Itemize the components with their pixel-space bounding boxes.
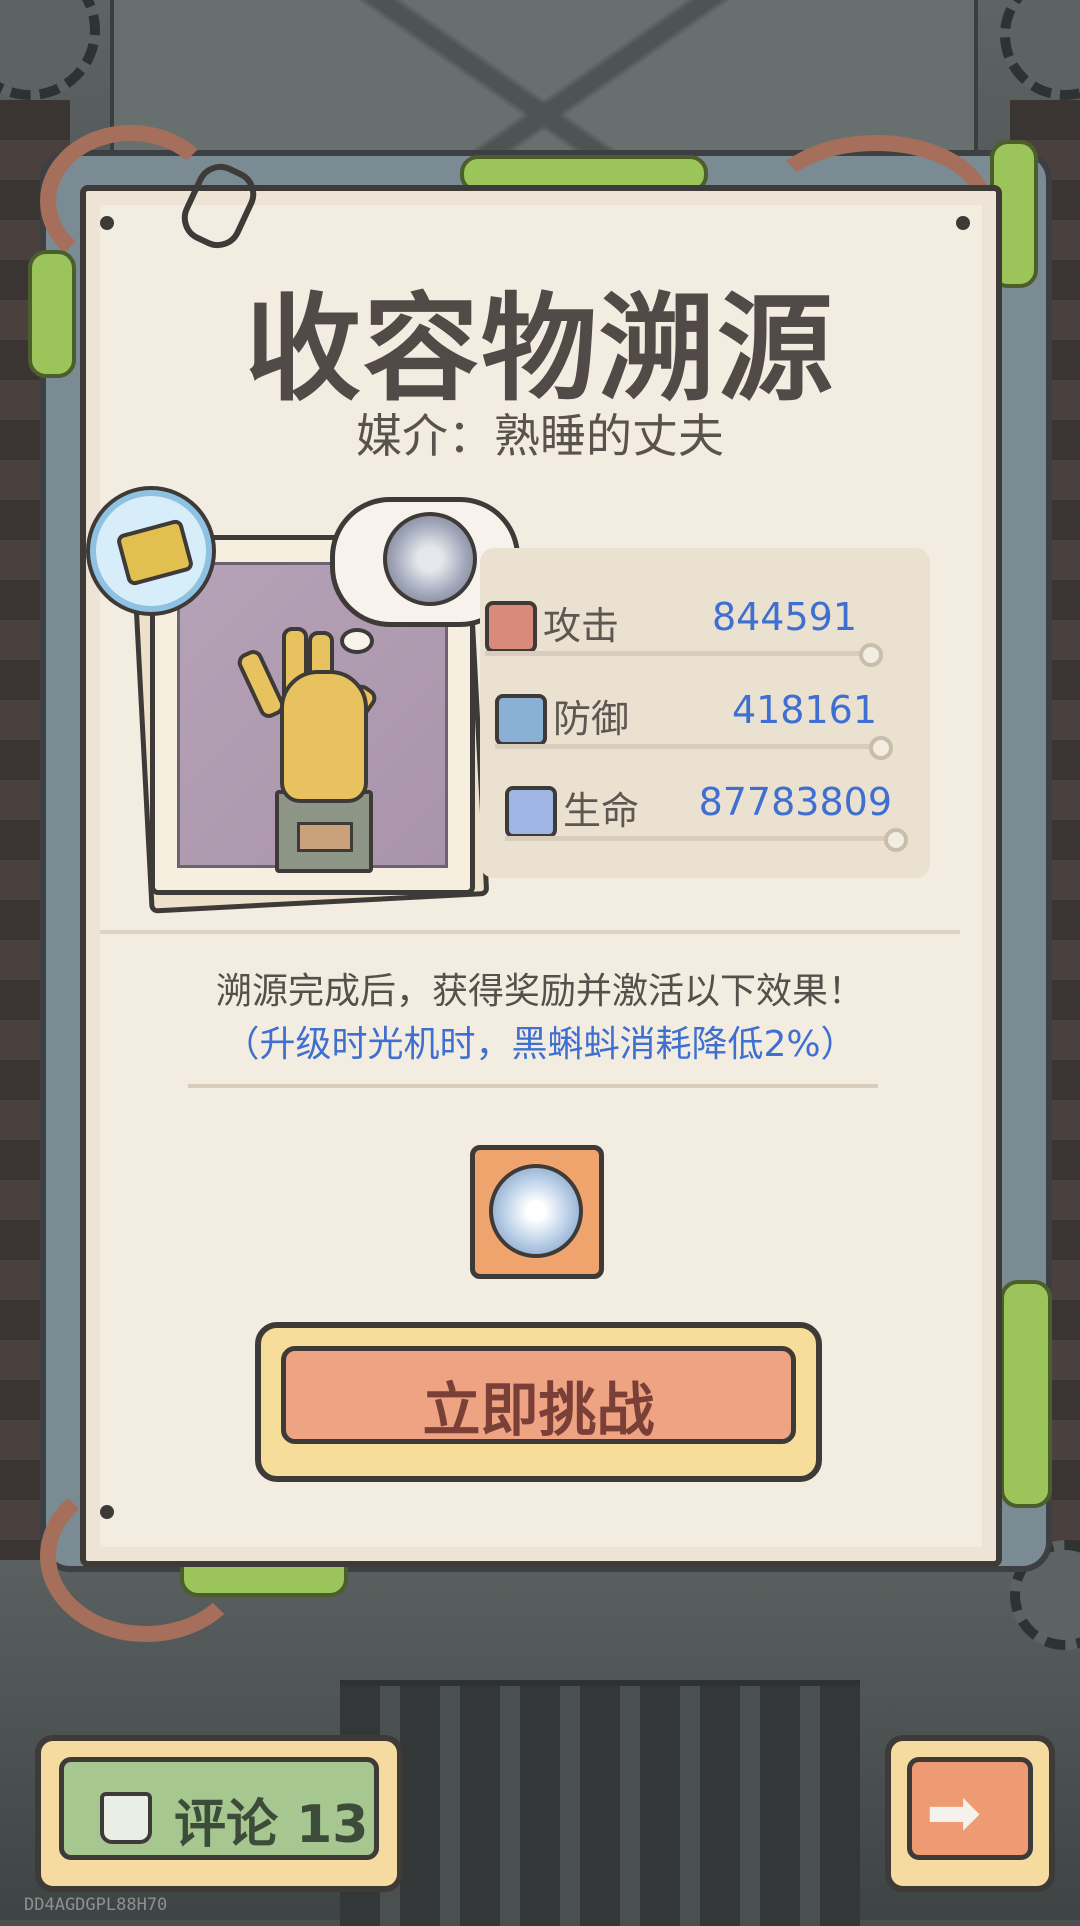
stat-row-attack: 攻击 844591 [485, 595, 883, 667]
comment-button-face: 评论 13 [59, 1757, 379, 1860]
stat-knob [869, 736, 893, 760]
stat-row-defense: 防御 418161 [495, 688, 893, 760]
page-title: 收容物溯源 [245, 282, 835, 417]
golden-hand-statue [280, 670, 368, 803]
stat-value: 418161 [731, 688, 877, 732]
pedestal-plaque [297, 822, 353, 852]
challenge-button-face: 立即挑战 [281, 1346, 796, 1444]
time-orb-icon [489, 1164, 583, 1258]
stat-knob [884, 828, 908, 852]
comment-button-label: 评论 13 [174, 1795, 369, 1855]
ink-bottle-icon [100, 1792, 152, 1844]
stat-row-health: 生命 87783809 [505, 780, 908, 852]
stat-value: 844591 [711, 595, 857, 639]
stat-line [505, 836, 900, 841]
stat-knob [859, 643, 883, 667]
effect-description: 溯源完成后，获得奖励并激活以下效果！ [215, 971, 864, 1012]
device-id-watermark: DD4AGDGPL88H70 [24, 1895, 168, 1915]
defense-icon [495, 694, 547, 746]
pin-icon [100, 1505, 114, 1519]
health-icon [505, 786, 557, 838]
next-button[interactable]: ➡ [885, 1735, 1055, 1892]
slime-decoration [1000, 1280, 1052, 1508]
effect-underline [188, 1084, 878, 1088]
dream-orb-icon [383, 512, 477, 606]
stat-line [485, 651, 875, 656]
stat-label: 生命 [563, 789, 640, 833]
section-divider [100, 930, 960, 934]
thought-bubble-dot [340, 628, 374, 654]
comment-button[interactable]: 评论 13 [35, 1735, 403, 1892]
next-button-face: ➡ [907, 1757, 1033, 1860]
stat-label: 攻击 [543, 604, 620, 648]
pin-icon [100, 216, 114, 230]
pin-icon [956, 216, 970, 230]
gold-bar-icon [115, 518, 195, 587]
machine-grille [340, 1680, 860, 1926]
reward-item[interactable] [470, 1145, 604, 1279]
attack-icon [485, 601, 537, 653]
stat-label: 防御 [553, 697, 630, 741]
medium-subtitle: 媒介：熟睡的丈夫 [356, 409, 724, 463]
challenge-button-label: 立即挑战 [422, 1376, 655, 1444]
stat-value: 87783809 [698, 780, 892, 824]
arrow-right-icon: ➡ [926, 1774, 982, 1851]
target-gold-icon[interactable] [90, 490, 212, 612]
effect-bonus: （升级时光机时，黑蝌蚪消耗降低2%） [223, 1024, 857, 1065]
stat-line [495, 744, 885, 749]
challenge-button[interactable]: 立即挑战 [255, 1322, 822, 1482]
